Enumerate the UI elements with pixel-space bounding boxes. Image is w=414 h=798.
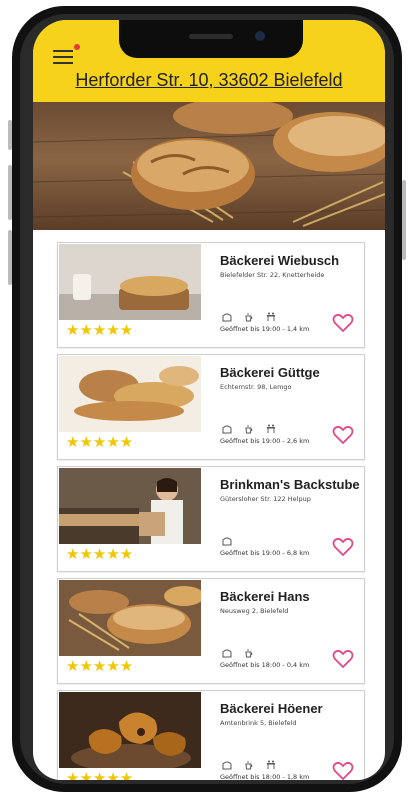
bakery-address: Bielefelder Str. 22, Knetterheide: [220, 271, 325, 279]
phone-side-button: [8, 230, 12, 285]
bread-icon: [222, 536, 244, 549]
phone-notch: [119, 20, 303, 58]
bakery-name[interactable]: Bäckerei Wiebusch: [220, 253, 339, 268]
bakery-list: ★★★★★ Bäckerei Wiebusch Bielefelder Str. 2…: [57, 242, 365, 780]
bakery-address: Echternstr. 98, Lemgo: [220, 383, 292, 391]
opening-status: Geöffnet bis 18:00 - 1,8 km: [220, 773, 310, 780]
star-rating: ★★★★★: [66, 545, 134, 563]
star-rating: ★★★★★: [66, 769, 134, 780]
opening-status: Geöffnet bis 19:00 - 6,8 km: [220, 549, 310, 557]
service-icons: [222, 755, 288, 770]
bakery-card[interactable]: ★★★★★ Bäckerei Güttge Echternstr. 98, Lemg…: [57, 354, 365, 460]
star-rating: ★★★★★: [66, 321, 134, 339]
notification-dot-icon: [74, 44, 80, 50]
service-icons: [222, 307, 288, 322]
bakery-photo: [59, 468, 201, 544]
bakery-card[interactable]: ★★★★★ Bäckerei Hans Neusweg 2, Bielefeld Ge…: [57, 578, 365, 684]
bread-icon: [222, 760, 244, 773]
bakery-address: Gütersloher Str. 122 Helpup: [220, 495, 311, 503]
star-rating: ★★★★★: [66, 433, 134, 451]
bakery-name[interactable]: Brinkman's Backstube: [220, 477, 360, 492]
app-screen: Herforder Str. 10, 33602 Bielefeld ★★★★★…: [33, 20, 385, 780]
coffee-cup-icon: [244, 760, 266, 773]
star-rating: ★★★★★: [66, 657, 134, 675]
camera-icon: [255, 31, 265, 41]
app-header: Herforder Str. 10, 33602 Bielefeld: [33, 20, 385, 102]
bakery-address: Amtenbrink 5, Bielefeld: [220, 719, 297, 727]
favorite-heart-icon[interactable]: [332, 761, 354, 780]
service-icons: [222, 531, 244, 546]
seating-icon: [266, 760, 288, 773]
bakery-card[interactable]: ★★★★★ Bäckerei Höener Amtenbrink 5, Bielef…: [57, 690, 365, 780]
service-icons: [222, 419, 288, 434]
coffee-cup-icon: [244, 424, 266, 437]
bakery-photo: [59, 692, 201, 768]
bakery-name[interactable]: Bäckerei Höener: [220, 701, 323, 716]
favorite-heart-icon[interactable]: [332, 425, 354, 445]
bakery-address: Neusweg 2, Bielefeld: [220, 607, 289, 615]
phone-side-button: [8, 165, 12, 220]
hero-bread-image: [33, 102, 385, 230]
favorite-heart-icon[interactable]: [332, 313, 354, 333]
bakery-card[interactable]: ★★★★★ Bäckerei Wiebusch Bielefelder Str. 2…: [57, 242, 365, 348]
location-address[interactable]: Herforder Str. 10, 33602 Bielefeld: [33, 70, 385, 91]
coffee-cup-icon: [244, 312, 266, 325]
coffee-cup-icon: [244, 648, 266, 661]
bakery-card[interactable]: ★★★★★ Brinkman's Backstube Gütersloher Str…: [57, 466, 365, 572]
speaker-icon: [189, 34, 233, 39]
phone-side-button: [8, 120, 12, 150]
bread-icon: [222, 648, 244, 661]
bakery-photo: [59, 356, 201, 432]
bakery-name[interactable]: Bäckerei Güttge: [220, 365, 320, 380]
bread-icon: [222, 312, 244, 325]
bakery-photo: [59, 580, 201, 656]
opening-status: Geöffnet bis 19:00 - 1,4 km: [220, 325, 310, 333]
seating-icon: [266, 424, 288, 437]
phone-side-button: [402, 180, 406, 260]
seating-icon: [266, 312, 288, 325]
favorite-heart-icon[interactable]: [332, 649, 354, 669]
bread-on-wood-icon: [33, 102, 385, 227]
opening-status: Geöffnet bis 18:00 - 0,4 km: [220, 661, 310, 669]
bread-icon: [222, 424, 244, 437]
service-icons: [222, 643, 266, 658]
bakery-photo: [59, 244, 201, 320]
bakery-name[interactable]: Bäckerei Hans: [220, 589, 310, 604]
favorite-heart-icon[interactable]: [332, 537, 354, 557]
opening-status: Geöffnet bis 19:00 - 2,6 km: [220, 437, 310, 445]
menu-button[interactable]: [53, 44, 80, 68]
